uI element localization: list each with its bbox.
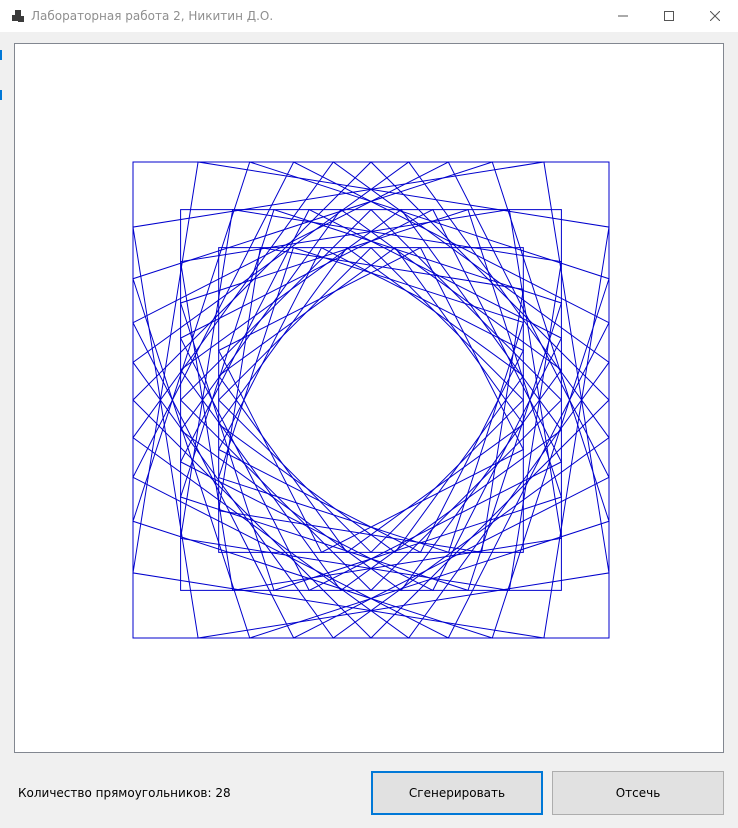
spiral-rectangle: [179, 208, 563, 592]
drawing-canvas[interactable]: [14, 43, 724, 753]
close-button[interactable]: [692, 0, 738, 32]
minimize-button[interactable]: [600, 0, 646, 32]
spiral-rectangle: [180, 209, 562, 591]
window-title: Лабораторная работа 2, Никитин Д.О.: [31, 9, 274, 23]
spiral-rectangle: [179, 208, 563, 592]
spiral-rectangle: [132, 161, 610, 639]
spiral-rectangle: [132, 161, 610, 639]
close-icon: [710, 11, 720, 21]
spiral-rectangle: [132, 161, 610, 639]
spiral-rectangle: [132, 161, 610, 639]
spiral-rectangle: [179, 208, 563, 592]
spiral-rectangle: [218, 247, 524, 553]
spiral-rectangle: [132, 161, 610, 639]
spiral-rectangle: [179, 208, 563, 592]
spiral-rectangle: [132, 161, 610, 639]
spiral-rectangle: [132, 161, 610, 639]
rectangle-count-label: Количество прямоугольников: 28: [18, 786, 231, 800]
spiral-rectangle: [132, 161, 610, 639]
generate-button[interactable]: Сгенерировать: [371, 771, 543, 815]
window-edge-artifact: [0, 50, 2, 100]
title-bar: Лабораторная работа 2, Никитин Д.О.: [0, 0, 738, 32]
spiral-rectangle: [217, 246, 525, 554]
spiral-rectangle: [218, 247, 524, 553]
spiral-rectangle: [180, 209, 562, 591]
app-icon: [12, 10, 24, 22]
spiral-rectangle: [218, 247, 524, 553]
maximize-button[interactable]: [646, 0, 692, 32]
spiral-rectangle: [180, 209, 562, 591]
clip-button[interactable]: Отсечь: [552, 771, 724, 815]
spiral-rectangle: [132, 161, 610, 639]
maximize-icon: [664, 11, 674, 21]
spiral-rectangle: [179, 208, 563, 592]
spiral-rectangle: [218, 247, 524, 553]
spiral-rectangle: [132, 161, 610, 639]
spiral-rectangle: [218, 247, 524, 553]
spiral-rectangle: [217, 246, 525, 554]
spiral-rectangle: [179, 208, 563, 592]
spiral-rectangle: [217, 246, 525, 554]
spiral-rectangle: [179, 208, 563, 592]
minimize-icon: [618, 15, 628, 17]
spiral-drawing: [132, 161, 610, 639]
